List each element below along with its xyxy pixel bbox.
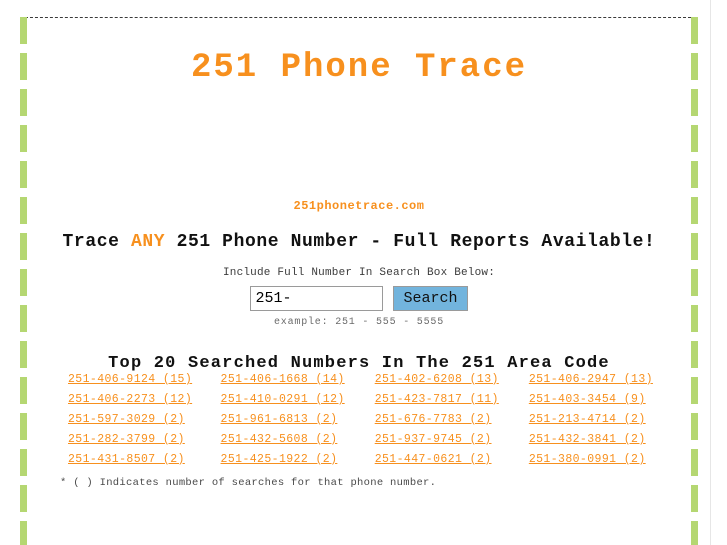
top-20-heading: Top 20 Searched Numbers In The 251 Area … <box>108 354 610 373</box>
table-row: 251-406-9124 (15) 251-406-1668 (14) 251-… <box>35 373 683 393</box>
table-cell: 251-447-0621 (2) <box>375 453 529 473</box>
search-example-label: example: 251 - 555 - 5555 <box>273 317 445 328</box>
table-cell: 251-403-3454 (9) <box>529 393 683 413</box>
phone-number-link[interactable]: 251-282-3799 (2) <box>68 433 185 446</box>
tagline-highlight-any: ANY <box>130 232 166 252</box>
viewport-edge <box>710 0 711 545</box>
phone-number-link[interactable]: 251-447-0621 (2) <box>375 453 492 466</box>
phone-number-link[interactable]: 251-406-2947 (13) <box>529 373 653 386</box>
table-cell: 251-423-7817 (11) <box>375 393 529 413</box>
table-row: 251-597-3029 (2) 251-961-6813 (2) 251-67… <box>35 413 683 433</box>
table-cell: 251-431-8507 (2) <box>35 453 221 473</box>
table-row: 251-406-2273 (12) 251-410-0291 (12) 251-… <box>35 393 683 413</box>
phone-number-link[interactable]: 251-676-7783 (2) <box>375 413 492 426</box>
table-cell: 251-676-7783 (2) <box>375 413 529 433</box>
phone-number-link[interactable]: 251-213-4714 (2) <box>529 413 646 426</box>
search-input[interactable] <box>250 286 384 311</box>
table-cell: 251-432-3841 (2) <box>529 433 683 453</box>
table-cell: 251-961-6813 (2) <box>221 413 375 433</box>
table-cell: 251-937-9745 (2) <box>375 433 529 453</box>
green-dashed-rail-left <box>20 17 27 545</box>
table-row: 251-431-8507 (2) 251-425-1922 (2) 251-44… <box>35 453 683 473</box>
table-cell: 251-406-1668 (14) <box>221 373 375 393</box>
table-cell: 251-213-4714 (2) <box>529 413 683 433</box>
phone-number-link[interactable]: 251-597-3029 (2) <box>68 413 185 426</box>
search-button[interactable]: Search <box>393 286 468 311</box>
ad-placeholder-area <box>27 87 691 199</box>
top-searched-numbers-table: 251-406-9124 (15) 251-406-1668 (14) 251-… <box>35 373 683 473</box>
phone-number-link[interactable]: 251-961-6813 (2) <box>221 413 338 426</box>
phone-number-link[interactable]: 251-425-1922 (2) <box>221 453 338 466</box>
phone-number-link[interactable]: 251-403-3454 (9) <box>529 393 646 406</box>
phone-number-link[interactable]: 251-410-0291 (12) <box>221 393 345 406</box>
table-cell: 251-432-5608 (2) <box>221 433 375 453</box>
green-dashed-rail-right <box>691 17 698 545</box>
table-cell: 251-410-0291 (12) <box>221 393 375 413</box>
table-cell: 251-406-2947 (13) <box>529 373 683 393</box>
phone-number-link[interactable]: 251-406-9124 (15) <box>68 373 192 386</box>
page-title: 251 Phone Trace <box>190 49 528 87</box>
site-domain-label: 251phonetrace.com <box>293 199 425 213</box>
phone-number-link[interactable]: 251-432-5608 (2) <box>221 433 338 446</box>
phone-number-link[interactable]: 251-406-2273 (12) <box>68 393 192 406</box>
table-cell: 251-406-9124 (15) <box>35 373 221 393</box>
phone-number-link[interactable]: 251-937-9745 (2) <box>375 433 492 446</box>
phone-number-link[interactable]: 251-431-8507 (2) <box>68 453 185 466</box>
phone-number-link[interactable]: 251-432-3841 (2) <box>529 433 646 446</box>
search-hint-label: Include Full Number In Search Box Below: <box>222 267 496 279</box>
table-body: 251-406-9124 (15) 251-406-1668 (14) 251-… <box>35 373 683 473</box>
searches-footnote: * ( ) Indicates number of searches for t… <box>60 477 437 489</box>
table-cell: 251-380-0991 (2) <box>529 453 683 473</box>
phone-number-link[interactable]: 251-423-7817 (11) <box>375 393 499 406</box>
table-cell: 251-406-2273 (12) <box>35 393 221 413</box>
table-cell: 251-425-1922 (2) <box>221 453 375 473</box>
page-content: 251 Phone Trace 251phonetrace.com Trace … <box>27 17 691 545</box>
tagline: Trace ANY 251 Phone Number - Full Report… <box>27 213 691 252</box>
table-row: 251-282-3799 (2) 251-432-5608 (2) 251-93… <box>35 433 683 453</box>
phone-number-link[interactable]: 251-380-0991 (2) <box>529 453 646 466</box>
phone-number-link[interactable]: 251-402-6208 (13) <box>375 373 499 386</box>
table-cell: 251-402-6208 (13) <box>375 373 529 393</box>
search-form: Search <box>27 279 691 311</box>
tagline-text-after: 251 Phone Number - Full Reports Availabl… <box>165 232 656 252</box>
table-cell: 251-282-3799 (2) <box>35 433 221 453</box>
table-cell: 251-597-3029 (2) <box>35 413 221 433</box>
phone-number-link[interactable]: 251-406-1668 (14) <box>221 373 345 386</box>
tagline-text-before: Trace <box>62 232 131 252</box>
